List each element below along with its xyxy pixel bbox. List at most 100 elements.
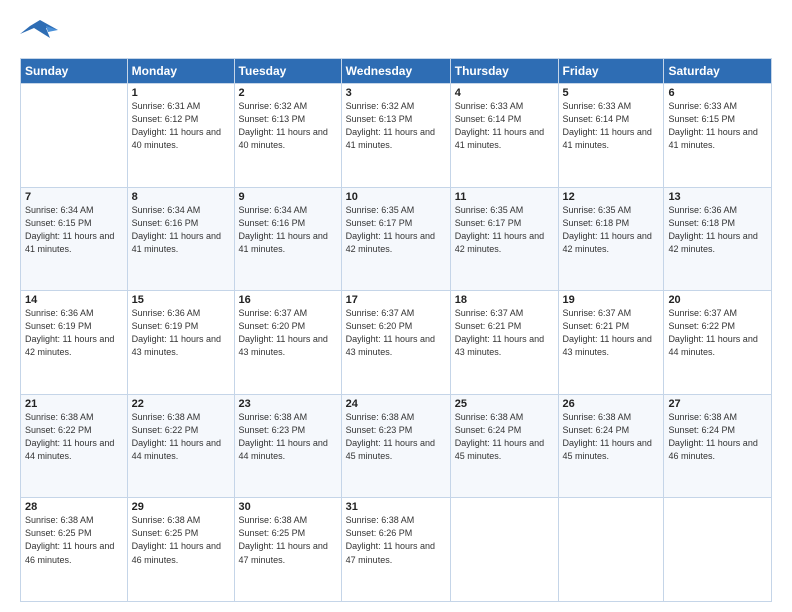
- day-number: 11: [455, 191, 554, 203]
- calendar-table: SundayMondayTuesdayWednesdayThursdayFrid…: [20, 58, 772, 602]
- day-info: Sunrise: 6:31 AMSunset: 6:12 PMDaylight:…: [132, 100, 230, 152]
- calendar-cell: 3Sunrise: 6:32 AMSunset: 6:13 PMDaylight…: [341, 84, 450, 188]
- day-number: 28: [25, 501, 123, 513]
- calendar-cell: 21Sunrise: 6:38 AMSunset: 6:22 PMDayligh…: [21, 394, 128, 498]
- calendar-cell: 26Sunrise: 6:38 AMSunset: 6:24 PMDayligh…: [558, 394, 664, 498]
- day-info: Sunrise: 6:37 AMSunset: 6:21 PMDaylight:…: [563, 307, 660, 359]
- header-monday: Monday: [127, 59, 234, 84]
- day-info: Sunrise: 6:38 AMSunset: 6:22 PMDaylight:…: [25, 411, 123, 463]
- calendar-cell: 19Sunrise: 6:37 AMSunset: 6:21 PMDayligh…: [558, 291, 664, 395]
- day-info: Sunrise: 6:35 AMSunset: 6:17 PMDaylight:…: [455, 204, 554, 256]
- day-info: Sunrise: 6:33 AMSunset: 6:14 PMDaylight:…: [563, 100, 660, 152]
- calendar-cell: 18Sunrise: 6:37 AMSunset: 6:21 PMDayligh…: [450, 291, 558, 395]
- day-info: Sunrise: 6:36 AMSunset: 6:18 PMDaylight:…: [668, 204, 767, 256]
- calendar-cell: 14Sunrise: 6:36 AMSunset: 6:19 PMDayligh…: [21, 291, 128, 395]
- day-number: 7: [25, 191, 123, 203]
- day-info: Sunrise: 6:37 AMSunset: 6:21 PMDaylight:…: [455, 307, 554, 359]
- day-info: Sunrise: 6:36 AMSunset: 6:19 PMDaylight:…: [132, 307, 230, 359]
- calendar-cell: 24Sunrise: 6:38 AMSunset: 6:23 PMDayligh…: [341, 394, 450, 498]
- day-number: 16: [239, 294, 337, 306]
- header-sunday: Sunday: [21, 59, 128, 84]
- day-info: Sunrise: 6:34 AMSunset: 6:16 PMDaylight:…: [132, 204, 230, 256]
- calendar-cell: 10Sunrise: 6:35 AMSunset: 6:17 PMDayligh…: [341, 187, 450, 291]
- day-info: Sunrise: 6:38 AMSunset: 6:24 PMDaylight:…: [668, 411, 767, 463]
- calendar-cell: 9Sunrise: 6:34 AMSunset: 6:16 PMDaylight…: [234, 187, 341, 291]
- calendar-cell: 20Sunrise: 6:37 AMSunset: 6:22 PMDayligh…: [664, 291, 772, 395]
- day-number: 19: [563, 294, 660, 306]
- day-number: 14: [25, 294, 123, 306]
- day-number: 5: [563, 87, 660, 99]
- day-info: Sunrise: 6:34 AMSunset: 6:16 PMDaylight:…: [239, 204, 337, 256]
- day-number: 3: [346, 87, 446, 99]
- day-number: 1: [132, 87, 230, 99]
- day-number: 13: [668, 191, 767, 203]
- calendar-cell: 28Sunrise: 6:38 AMSunset: 6:25 PMDayligh…: [21, 498, 128, 602]
- calendar-cell: 13Sunrise: 6:36 AMSunset: 6:18 PMDayligh…: [664, 187, 772, 291]
- day-info: Sunrise: 6:37 AMSunset: 6:22 PMDaylight:…: [668, 307, 767, 359]
- calendar-cell: 15Sunrise: 6:36 AMSunset: 6:19 PMDayligh…: [127, 291, 234, 395]
- calendar-cell: 30Sunrise: 6:38 AMSunset: 6:25 PMDayligh…: [234, 498, 341, 602]
- day-info: Sunrise: 6:38 AMSunset: 6:22 PMDaylight:…: [132, 411, 230, 463]
- day-number: 12: [563, 191, 660, 203]
- day-info: Sunrise: 6:36 AMSunset: 6:19 PMDaylight:…: [25, 307, 123, 359]
- calendar-cell: [664, 498, 772, 602]
- day-number: 22: [132, 398, 230, 410]
- logo: [20, 18, 62, 48]
- day-number: 21: [25, 398, 123, 410]
- week-row-5: 28Sunrise: 6:38 AMSunset: 6:25 PMDayligh…: [21, 498, 772, 602]
- calendar-cell: 11Sunrise: 6:35 AMSunset: 6:17 PMDayligh…: [450, 187, 558, 291]
- calendar-cell: 17Sunrise: 6:37 AMSunset: 6:20 PMDayligh…: [341, 291, 450, 395]
- week-row-2: 7Sunrise: 6:34 AMSunset: 6:15 PMDaylight…: [21, 187, 772, 291]
- day-info: Sunrise: 6:35 AMSunset: 6:17 PMDaylight:…: [346, 204, 446, 256]
- day-number: 23: [239, 398, 337, 410]
- day-number: 27: [668, 398, 767, 410]
- calendar-cell: [450, 498, 558, 602]
- day-info: Sunrise: 6:38 AMSunset: 6:25 PMDaylight:…: [239, 514, 337, 566]
- day-number: 4: [455, 87, 554, 99]
- week-row-1: 1Sunrise: 6:31 AMSunset: 6:12 PMDaylight…: [21, 84, 772, 188]
- logo-bird-icon: [20, 18, 58, 48]
- day-number: 29: [132, 501, 230, 513]
- calendar-cell: 16Sunrise: 6:37 AMSunset: 6:20 PMDayligh…: [234, 291, 341, 395]
- calendar-cell: 22Sunrise: 6:38 AMSunset: 6:22 PMDayligh…: [127, 394, 234, 498]
- day-number: 26: [563, 398, 660, 410]
- day-number: 8: [132, 191, 230, 203]
- day-number: 20: [668, 294, 767, 306]
- day-number: 24: [346, 398, 446, 410]
- day-number: 18: [455, 294, 554, 306]
- day-number: 9: [239, 191, 337, 203]
- calendar-cell: 2Sunrise: 6:32 AMSunset: 6:13 PMDaylight…: [234, 84, 341, 188]
- day-info: Sunrise: 6:38 AMSunset: 6:26 PMDaylight:…: [346, 514, 446, 566]
- header-wednesday: Wednesday: [341, 59, 450, 84]
- calendar-cell: 4Sunrise: 6:33 AMSunset: 6:14 PMDaylight…: [450, 84, 558, 188]
- day-info: Sunrise: 6:38 AMSunset: 6:25 PMDaylight:…: [132, 514, 230, 566]
- header-friday: Friday: [558, 59, 664, 84]
- page: SundayMondayTuesdayWednesdayThursdayFrid…: [0, 0, 792, 612]
- day-info: Sunrise: 6:37 AMSunset: 6:20 PMDaylight:…: [239, 307, 337, 359]
- day-info: Sunrise: 6:38 AMSunset: 6:25 PMDaylight:…: [25, 514, 123, 566]
- week-row-3: 14Sunrise: 6:36 AMSunset: 6:19 PMDayligh…: [21, 291, 772, 395]
- calendar-cell: [21, 84, 128, 188]
- calendar-cell: 8Sunrise: 6:34 AMSunset: 6:16 PMDaylight…: [127, 187, 234, 291]
- day-info: Sunrise: 6:38 AMSunset: 6:24 PMDaylight:…: [455, 411, 554, 463]
- calendar-cell: 29Sunrise: 6:38 AMSunset: 6:25 PMDayligh…: [127, 498, 234, 602]
- header-tuesday: Tuesday: [234, 59, 341, 84]
- day-info: Sunrise: 6:32 AMSunset: 6:13 PMDaylight:…: [239, 100, 337, 152]
- calendar-cell: 23Sunrise: 6:38 AMSunset: 6:23 PMDayligh…: [234, 394, 341, 498]
- header-thursday: Thursday: [450, 59, 558, 84]
- header: [20, 18, 772, 48]
- day-info: Sunrise: 6:35 AMSunset: 6:18 PMDaylight:…: [563, 204, 660, 256]
- day-number: 15: [132, 294, 230, 306]
- day-number: 2: [239, 87, 337, 99]
- day-info: Sunrise: 6:38 AMSunset: 6:23 PMDaylight:…: [239, 411, 337, 463]
- day-number: 10: [346, 191, 446, 203]
- calendar-cell: [558, 498, 664, 602]
- calendar-cell: 12Sunrise: 6:35 AMSunset: 6:18 PMDayligh…: [558, 187, 664, 291]
- calendar-cell: 7Sunrise: 6:34 AMSunset: 6:15 PMDaylight…: [21, 187, 128, 291]
- calendar-cell: 31Sunrise: 6:38 AMSunset: 6:26 PMDayligh…: [341, 498, 450, 602]
- calendar-cell: 25Sunrise: 6:38 AMSunset: 6:24 PMDayligh…: [450, 394, 558, 498]
- day-number: 17: [346, 294, 446, 306]
- calendar-header-row: SundayMondayTuesdayWednesdayThursdayFrid…: [21, 59, 772, 84]
- day-info: Sunrise: 6:33 AMSunset: 6:15 PMDaylight:…: [668, 100, 767, 152]
- day-number: 31: [346, 501, 446, 513]
